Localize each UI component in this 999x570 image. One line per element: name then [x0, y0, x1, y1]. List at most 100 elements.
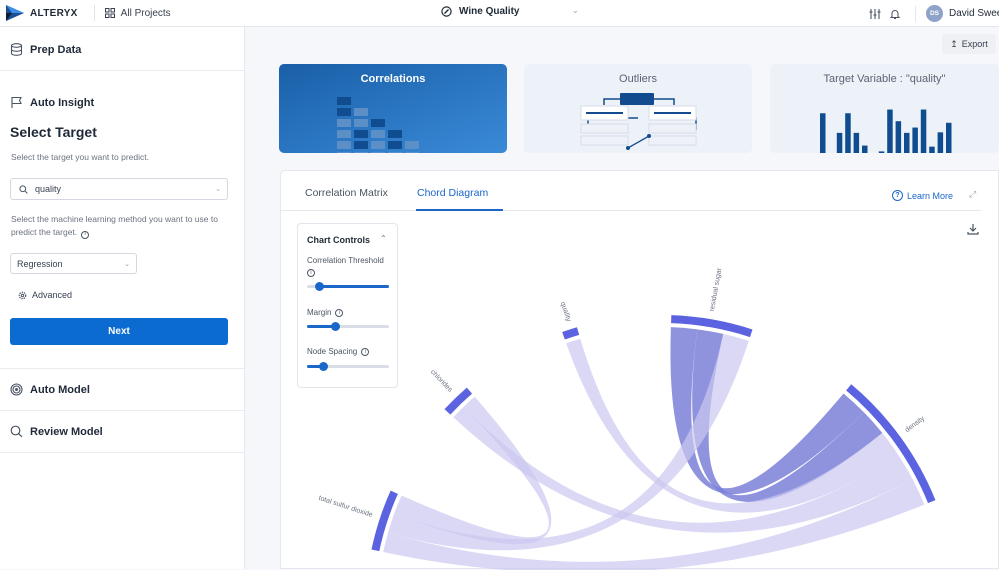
histogram-bar — [845, 113, 851, 153]
alteryx-logo[interactable]: ALTERYX — [6, 5, 78, 21]
sidebar-section-review-model[interactable]: Review Model — [0, 411, 245, 453]
method-value: Regression — [17, 258, 63, 269]
grid-cell — [354, 108, 368, 116]
chart-controls-panel: Chart Controls ⌃ Correlation Threshold i… — [297, 223, 398, 388]
histogram-bar — [836, 132, 843, 153]
next-button[interactable]: Next — [10, 318, 228, 345]
info-icon[interactable]: i — [307, 269, 315, 277]
histogram-bar — [920, 109, 927, 153]
flag-icon — [11, 96, 22, 108]
histogram-bar — [929, 146, 935, 153]
grid-cell — [371, 130, 385, 138]
target-icon — [10, 383, 23, 396]
card-correlations[interactable]: Correlations — [279, 64, 507, 153]
correlations-illustration — [337, 97, 419, 153]
grid-cell — [371, 119, 385, 127]
sliders-icon[interactable] — [869, 8, 881, 20]
chord-node-label: chlorides — [429, 369, 454, 394]
sidebar-section-prep-data[interactable]: Prep Data — [0, 27, 245, 71]
gear-icon — [18, 291, 27, 299]
auto-insight-header[interactable]: Auto Insight — [10, 96, 94, 109]
sidebar-section-auto-model[interactable]: Auto Model — [0, 369, 245, 411]
node-spacing-label: Node Spacing i — [307, 347, 370, 356]
grid-icon — [104, 8, 115, 18]
slider-thumb[interactable] — [318, 362, 328, 371]
avatar[interactable]: DS — [926, 5, 943, 22]
grid-cell — [354, 152, 368, 153]
select-target-title: Select Target — [10, 124, 97, 140]
histogram-bar — [904, 132, 910, 153]
grid-cell — [337, 108, 351, 116]
margin-slider[interactable] — [307, 322, 389, 331]
chevron-up-icon[interactable]: ⌃ — [380, 234, 387, 243]
histogram-bar — [878, 151, 885, 153]
search-icon — [10, 425, 23, 438]
histogram-bar — [946, 122, 952, 153]
sidebar: Prep Data Auto Insight Select Target Sel… — [0, 27, 245, 569]
chord-node-label: residual sugar — [709, 267, 724, 312]
all-projects-label: All Projects — [120, 7, 171, 19]
correlation-threshold-slider[interactable] — [307, 282, 389, 291]
compass-icon — [441, 6, 452, 17]
info-icon[interactable]: i — [361, 347, 370, 356]
top-bar: ALTERYX All Projects Wine Quality ⌄ DS D… — [0, 0, 999, 27]
database-icon — [10, 43, 23, 56]
chart-panel: Correlation Matrix Chord Diagram ? Learn… — [280, 170, 999, 570]
grid-cell — [354, 130, 368, 138]
method-hint-text: Select the machine learning method you w… — [11, 214, 218, 237]
method-select[interactable]: Regression ⌄ — [10, 253, 137, 274]
grid-cell — [405, 152, 419, 153]
target-value: quality — [35, 184, 62, 194]
auto-model-label: Auto Model — [30, 383, 90, 396]
project-selector[interactable]: Wine Quality ⌄ — [441, 6, 579, 17]
auto-insight-label: Auto Insight — [30, 96, 95, 109]
slider-thumb[interactable] — [331, 322, 341, 331]
node-spacing-text: Node Spacing — [307, 347, 358, 356]
brand-name: ALTERYX — [30, 7, 78, 19]
all-projects-link[interactable]: All Projects — [104, 7, 171, 19]
card-target-variable[interactable]: Target Variable : "quality" — [770, 64, 999, 153]
grid-cell — [388, 141, 402, 149]
histogram-bar — [862, 145, 868, 153]
export-button[interactable]: ↥ Export — [942, 34, 996, 54]
histogram-bar — [820, 113, 826, 153]
chord-node-label: quality — [559, 301, 572, 323]
user-name[interactable]: David Sweeney — [949, 8, 999, 19]
grid-cell — [337, 130, 351, 138]
grid-cell — [371, 152, 385, 153]
chevron-down-icon: ⌄ — [124, 260, 130, 268]
alteryx-logo-icon — [6, 5, 24, 21]
grid-cell — [337, 97, 351, 105]
target-histogram-illustration — [820, 109, 952, 153]
outliers-illustration — [580, 93, 697, 150]
grid-cell — [337, 119, 351, 127]
advanced-button[interactable]: Advanced — [18, 290, 72, 300]
grid-cell — [354, 141, 368, 149]
grid-cell — [371, 141, 385, 149]
bell-icon[interactable] — [889, 8, 901, 20]
info-icon[interactable]: i — [335, 308, 344, 317]
export-label: Export — [961, 39, 988, 49]
chord-node-label: density — [904, 415, 926, 434]
card-outliers[interactable]: Outliers — [524, 64, 752, 153]
margin-label: Margin i — [307, 308, 344, 317]
grid-cell — [405, 141, 419, 149]
histogram-bar — [887, 109, 893, 153]
margin-text: Margin — [307, 308, 332, 317]
grid-cell — [337, 152, 351, 153]
info-icon[interactable]: i — [81, 230, 90, 239]
target-select[interactable]: quality ⌄ — [10, 178, 228, 200]
correlation-threshold-text: Correlation Threshold — [307, 256, 384, 265]
review-model-label: Review Model — [30, 425, 103, 438]
search-icon — [19, 184, 28, 194]
histogram-bar — [853, 132, 860, 153]
grid-cell — [388, 152, 402, 153]
project-name: Wine Quality — [459, 6, 520, 17]
divider — [93, 5, 95, 21]
slider-thumb[interactable] — [314, 282, 324, 291]
advanced-label: Advanced — [32, 290, 73, 300]
node-spacing-slider[interactable] — [307, 362, 389, 371]
chord-node-label: total sulfur dioxide — [318, 495, 374, 519]
download-icon[interactable] — [967, 223, 979, 235]
chord-node-arc[interactable] — [562, 327, 580, 340]
